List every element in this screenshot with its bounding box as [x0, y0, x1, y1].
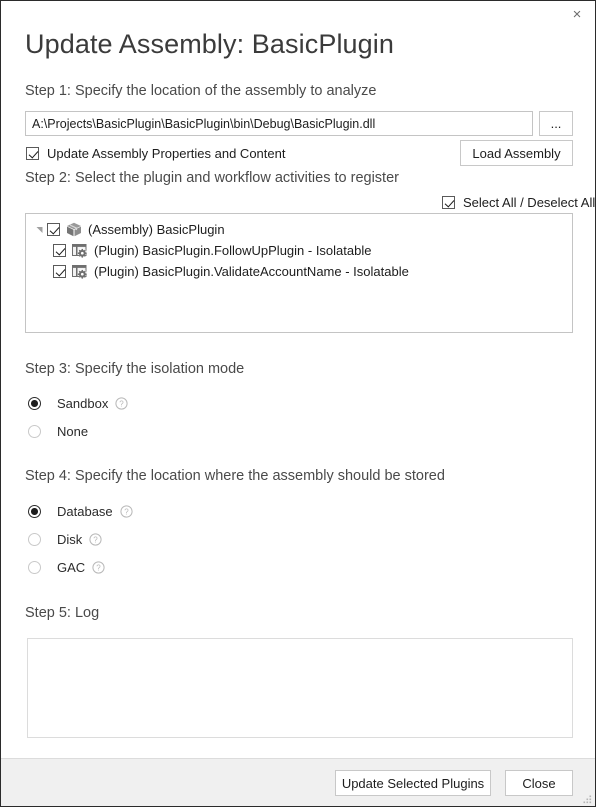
tree-row-assembly[interactable]: (Assembly) BasicPlugin: [26, 219, 572, 240]
step2-label: Step 2: Select the plugin and workflow a…: [25, 170, 399, 186]
step5-label: Step 5: Log: [25, 605, 100, 621]
svg-text:?: ?: [94, 536, 99, 545]
dialog-footer: Update Selected Plugins Close: [1, 758, 595, 806]
assembly-path-input[interactable]: [25, 111, 533, 136]
radio-marker: [28, 533, 41, 546]
tree-row-label: (Plugin) BasicPlugin.ValidateAccountName…: [94, 264, 409, 279]
svg-text:?: ?: [120, 400, 125, 409]
update-assembly-dialog: × Update Assembly: BasicPlugin Step 1: S…: [0, 0, 596, 807]
help-icon[interactable]: ?: [89, 533, 102, 546]
radio-marker: [28, 425, 41, 438]
storage-location-disk-label: Disk: [57, 532, 83, 547]
isolation-mode-sandbox-label: Sandbox: [57, 396, 109, 411]
expander-collapse-icon[interactable]: [31, 225, 47, 234]
storage-location-disk-radio[interactable]: Disk ?: [28, 532, 102, 547]
storage-location-database-label: Database: [57, 504, 113, 519]
step4-label: Step 4: Specify the location where the a…: [25, 468, 445, 484]
plugin-gear-icon: [71, 243, 89, 259]
close-button[interactable]: Close: [505, 770, 573, 796]
help-icon[interactable]: ?: [120, 505, 133, 518]
isolation-mode-sandbox-radio[interactable]: Sandbox ?: [28, 396, 128, 411]
storage-location-database-radio[interactable]: Database ?: [28, 504, 133, 519]
update-selected-plugins-button[interactable]: Update Selected Plugins: [335, 770, 491, 796]
tree-row-plugin-validateaccountname[interactable]: (Plugin) BasicPlugin.ValidateAccountName…: [26, 261, 572, 282]
isolation-mode-none-radio[interactable]: None: [28, 424, 88, 439]
radio-marker: [28, 397, 41, 410]
tree-row-label: (Assembly) BasicPlugin: [88, 222, 225, 237]
help-icon[interactable]: ?: [115, 397, 128, 410]
plugin-gear-icon: [71, 264, 89, 280]
step1-label: Step 1: Specify the location of the asse…: [25, 83, 377, 99]
tree-checkbox[interactable]: [53, 244, 66, 257]
tree-row-label: (Plugin) BasicPlugin.FollowUpPlugin - Is…: [94, 243, 372, 258]
radio-marker: [28, 561, 41, 574]
close-icon[interactable]: ×: [560, 2, 594, 26]
browse-button[interactable]: ...: [539, 111, 573, 136]
title-bar: ×: [1, 1, 595, 27]
select-all-label: Select All / Deselect All: [463, 195, 596, 210]
assembly-package-icon: [65, 222, 83, 238]
update-assembly-properties-label: Update Assembly Properties and Content: [47, 146, 286, 161]
checkbox-box: [442, 196, 455, 209]
page-title: Update Assembly: BasicPlugin: [25, 29, 394, 59]
select-all-checkbox[interactable]: Select All / Deselect All: [442, 195, 595, 210]
tree-row-plugin-followupplugin[interactable]: (Plugin) BasicPlugin.FollowUpPlugin - Is…: [26, 240, 572, 261]
load-assembly-button[interactable]: Load Assembly: [460, 140, 573, 166]
update-assembly-properties-checkbox[interactable]: Update Assembly Properties and Content: [26, 146, 285, 161]
storage-location-gac-label: GAC: [57, 560, 86, 575]
tree-checkbox[interactable]: [53, 265, 66, 278]
step3-label: Step 3: Specify the isolation mode: [25, 361, 245, 377]
help-icon[interactable]: ?: [92, 561, 105, 574]
radio-marker: [28, 505, 41, 518]
checkbox-box: [26, 147, 39, 160]
svg-text:?: ?: [124, 508, 129, 517]
resize-grip[interactable]: [581, 792, 593, 804]
plugin-tree-view[interactable]: (Assembly) BasicPlugin (Plugin) BasicPlu…: [25, 213, 573, 333]
log-textarea[interactable]: [27, 638, 573, 738]
tree-checkbox[interactable]: [47, 223, 60, 236]
storage-location-gac-radio[interactable]: GAC ?: [28, 560, 105, 575]
isolation-mode-none-label: None: [57, 424, 89, 439]
svg-text:?: ?: [96, 564, 101, 573]
